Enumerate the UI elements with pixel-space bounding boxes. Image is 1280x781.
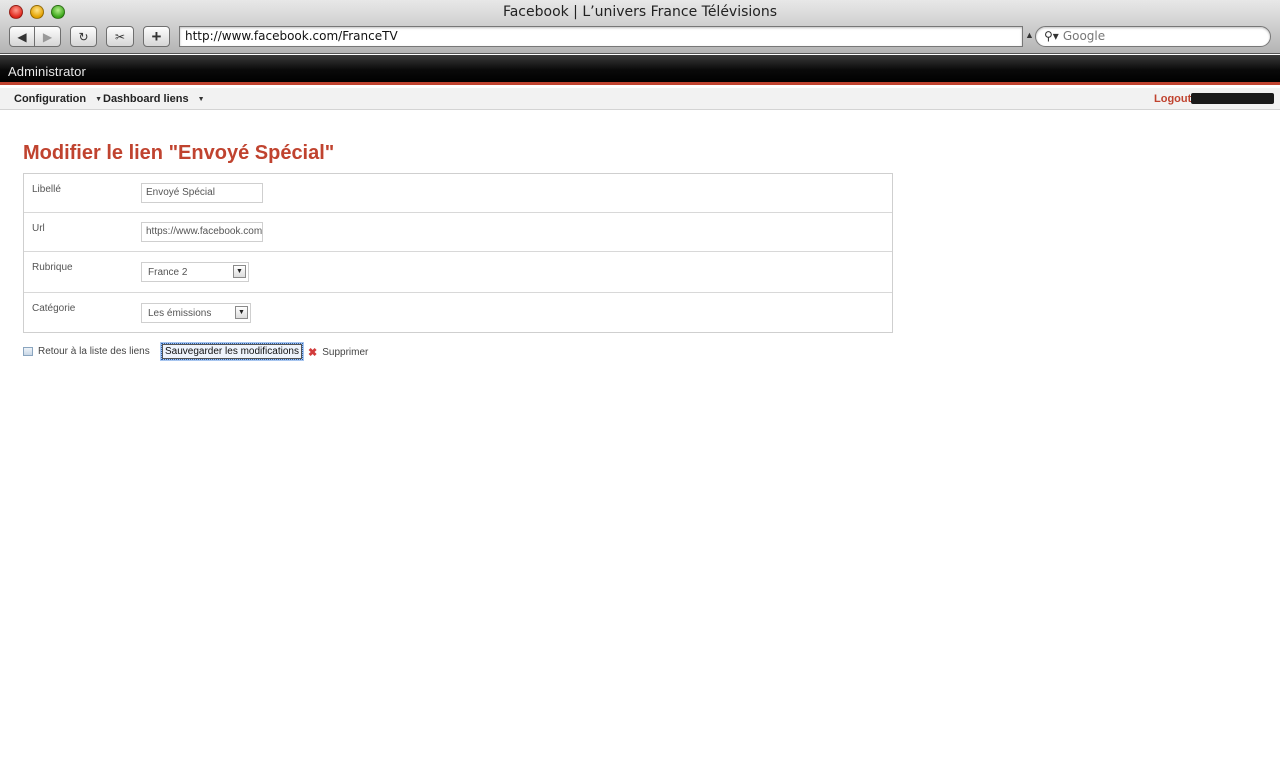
page-title: Modifier le lien "Envoyé Spécial" xyxy=(23,142,335,164)
delete-label: Supprimer xyxy=(322,347,369,358)
categorie-selected-value: Les émissions xyxy=(148,308,212,319)
categorie-label: Catégorie xyxy=(32,303,76,314)
add-bookmark-button[interactable]: + xyxy=(143,26,170,47)
url-dropdown-icon[interactable]: ▲ xyxy=(1025,30,1034,40)
rubrique-label: Rubrique xyxy=(32,262,73,273)
logout-link[interactable]: Logout xyxy=(1154,93,1191,105)
scissors-icon: ✂ xyxy=(114,29,126,44)
reload-button[interactable]: ↻ xyxy=(70,26,97,47)
redacted-username xyxy=(1191,93,1274,104)
libelle-label: Libellé xyxy=(32,184,61,195)
form-row-rubrique: Rubrique France 2 ▼ xyxy=(24,252,892,293)
nav-dashboard-liens[interactable]: Dashboard liens ▼ xyxy=(103,93,205,105)
browser-titlebar: Facebook | L’univers France Télévisions … xyxy=(0,0,1280,54)
chevron-down-icon: ▼ xyxy=(95,95,103,103)
libelle-input[interactable]: Envoyé Spécial xyxy=(141,183,263,203)
list-icon xyxy=(23,347,33,356)
admin-title: Administrator xyxy=(8,64,86,79)
window-title: Facebook | L’univers France Télévisions xyxy=(502,4,778,20)
back-to-list-label: Retour à la liste des liens xyxy=(38,346,150,357)
reload-icon: ↻ xyxy=(78,29,89,44)
plus-icon: + xyxy=(151,26,162,46)
back-button[interactable]: ◀ xyxy=(9,26,35,47)
form-row-categorie: Catégorie Les émissions ▼ xyxy=(24,293,892,332)
forward-arrow-icon: ▶ xyxy=(42,29,53,44)
address-bar[interactable]: http://www.facebook.com/FranceTV xyxy=(179,26,1023,47)
chevron-down-icon: ▼ xyxy=(233,265,246,278)
nav-configuration[interactable]: Configuration ▼ xyxy=(14,93,102,105)
categorie-select[interactable]: Les émissions ▼ xyxy=(141,303,251,323)
save-changes-button[interactable]: Sauvegarder les modifications xyxy=(161,343,303,360)
admin-header: Administrator xyxy=(0,55,1280,85)
back-to-list-link[interactable]: Retour à la liste des liens xyxy=(23,346,150,357)
url-label: Url xyxy=(32,223,45,234)
webclip-button[interactable]: ✂ xyxy=(106,26,134,47)
form-row-url: Url https://www.facebook.com xyxy=(24,213,892,252)
edit-link-form: Libellé Envoyé Spécial Url https://www.f… xyxy=(23,173,893,333)
nav-configuration-label: Configuration xyxy=(14,93,87,105)
url-input[interactable]: https://www.facebook.com xyxy=(141,222,263,242)
delete-x-icon: ✖ xyxy=(308,347,318,359)
chevron-down-icon: ▼ xyxy=(235,306,248,319)
back-arrow-icon: ◀ xyxy=(17,29,27,44)
search-icon: ⚲▾ xyxy=(1044,29,1059,43)
search-placeholder: Google xyxy=(1062,29,1106,43)
delete-link[interactable]: ✖ Supprimer xyxy=(308,346,368,359)
form-row-libelle: Libellé Envoyé Spécial xyxy=(24,174,892,213)
rubrique-selected-value: France 2 xyxy=(148,267,188,278)
forward-button[interactable]: ▶ xyxy=(35,26,61,47)
chevron-down-icon: ▼ xyxy=(197,95,205,103)
nav-dashboard-liens-label: Dashboard liens xyxy=(103,93,189,105)
rubrique-select[interactable]: France 2 ▼ xyxy=(141,262,249,282)
admin-nav: Configuration ▼ Dashboard liens ▼ Logout xyxy=(0,88,1280,110)
search-field[interactable]: ⚲▾ Google xyxy=(1035,26,1271,47)
